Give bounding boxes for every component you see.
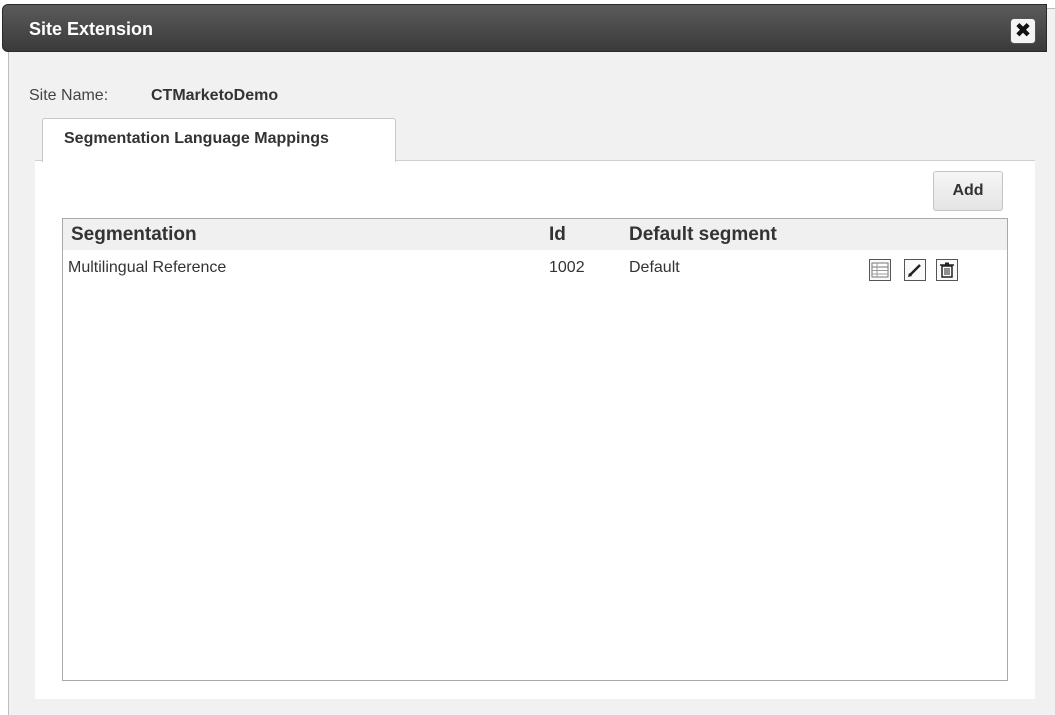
dialog-title: Site Extension	[29, 19, 154, 39]
site-name-label: Site Name:	[29, 87, 109, 104]
edit-icon[interactable]	[904, 259, 926, 281]
site-name-value: CTMarketoDemo	[151, 87, 279, 104]
cell-segmentation: Multilingual Reference	[68, 259, 227, 276]
tab-label: Segmentation Language Mappings	[64, 130, 329, 147]
column-header-id[interactable]: Id	[549, 224, 566, 246]
close-button[interactable]: ✖	[1010, 18, 1036, 44]
cell-id: 1002	[549, 259, 585, 276]
delete-icon[interactable]	[936, 259, 958, 281]
view-details-icon[interactable]	[869, 259, 891, 281]
mappings-table: Segmentation Id Default segment Multilin…	[62, 218, 1008, 681]
add-button[interactable]: Add	[933, 171, 1003, 211]
column-header-segmentation[interactable]: Segmentation	[71, 224, 197, 246]
dialog-titlebar: Site Extension ✖	[2, 4, 1047, 52]
tab-segmentation-language-mappings[interactable]: Segmentation Language Mappings	[42, 118, 396, 162]
table-header: Segmentation Id Default segment	[63, 219, 1007, 250]
cell-default-segment: Default	[629, 259, 680, 276]
column-header-default-segment[interactable]: Default segment	[629, 224, 777, 246]
close-icon: ✖	[1014, 20, 1032, 42]
